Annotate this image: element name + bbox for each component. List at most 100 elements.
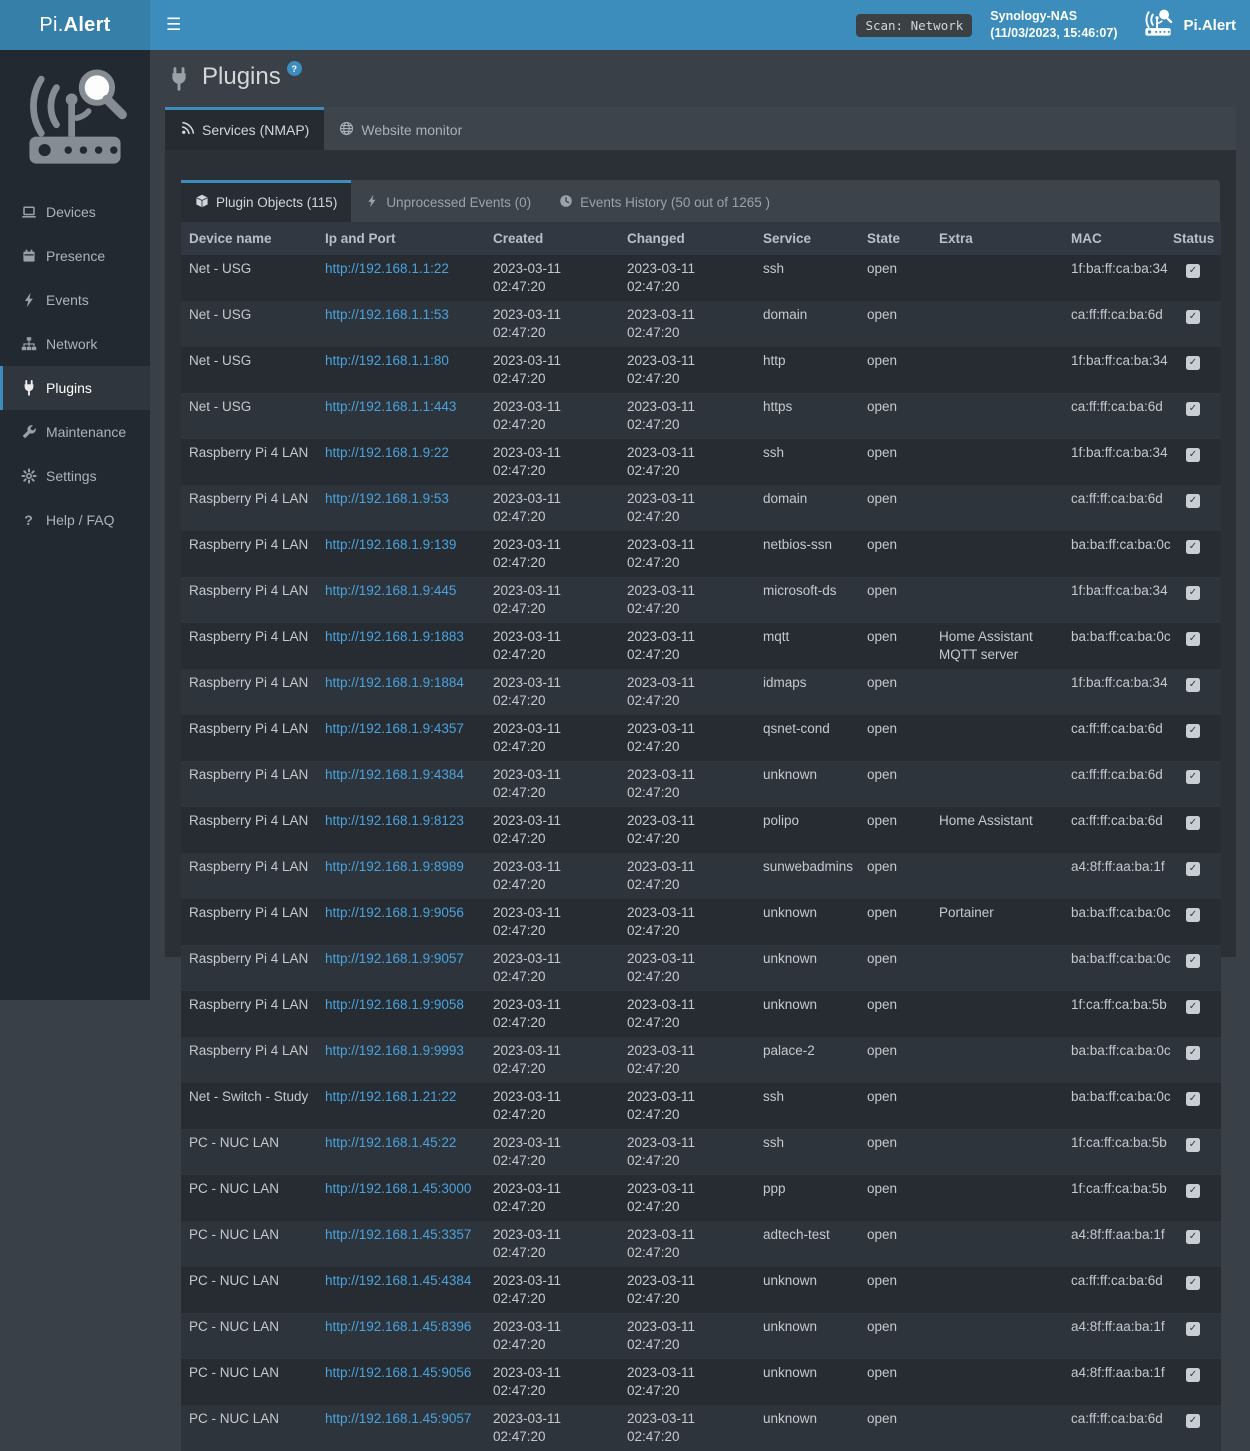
help-badge[interactable]: ? <box>287 61 302 76</box>
status-checkbox-checked-icon[interactable]: ✓ <box>1186 356 1200 370</box>
state-cell: open <box>859 761 931 807</box>
column-header-extra[interactable]: Extra <box>931 222 1063 255</box>
status-checkbox-checked-icon[interactable]: ✓ <box>1186 770 1200 784</box>
status-checkbox-checked-icon[interactable]: ✓ <box>1186 264 1200 278</box>
ip-port-link[interactable]: http://192.168.1.9:139 <box>325 537 456 552</box>
ip-port-link[interactable]: http://192.168.1.9:8123 <box>325 813 464 828</box>
status-checkbox-checked-icon[interactable]: ✓ <box>1186 632 1200 646</box>
status-checkbox-checked-icon[interactable]: ✓ <box>1186 586 1200 600</box>
status-checkbox-checked-icon[interactable]: ✓ <box>1186 402 1200 416</box>
column-header-mac[interactable]: MAC <box>1063 222 1165 255</box>
ip-port-link[interactable]: http://192.168.1.1:80 <box>325 353 449 368</box>
mac-cell: 1f:ca:ff:ca:ba:5b <box>1063 1175 1165 1221</box>
status-cell: ✓ <box>1165 623 1221 669</box>
column-header-device-name[interactable]: Device name <box>181 222 317 255</box>
status-cell: ✓ <box>1165 1037 1221 1083</box>
sidebar-menu: DevicesPresenceEventsNetworkPluginsMaint… <box>0 190 150 542</box>
sidebar-item-presence[interactable]: Presence <box>0 234 150 278</box>
status-checkbox-checked-icon[interactable]: ✓ <box>1186 816 1200 830</box>
status-checkbox-checked-icon[interactable]: ✓ <box>1186 1368 1200 1382</box>
table-row: Raspberry Pi 4 LANhttp://192.168.1.9:905… <box>181 899 1221 945</box>
status-checkbox-checked-icon[interactable]: ✓ <box>1186 1046 1200 1060</box>
state-cell: open <box>859 669 931 715</box>
ip-port-link[interactable]: http://192.168.1.9:1883 <box>325 629 464 644</box>
column-header-service[interactable]: Service <box>755 222 859 255</box>
ip-port-link[interactable]: http://192.168.1.9:9058 <box>325 997 464 1012</box>
service-cell: polipo <box>755 807 859 853</box>
sidebar-toggle-icon[interactable]: ☰ <box>150 0 197 50</box>
column-header-ip-and-port[interactable]: Ip and Port <box>317 222 485 255</box>
ip-port-cell: http://192.168.1.45:3357 <box>317 1221 485 1267</box>
sidebar-item-network[interactable]: Network <box>0 322 150 366</box>
sidebar-item-settings[interactable]: Settings <box>0 454 150 498</box>
column-header-state[interactable]: State <box>859 222 931 255</box>
status-checkbox-checked-icon[interactable]: ✓ <box>1186 1138 1200 1152</box>
status-checkbox-checked-icon[interactable]: ✓ <box>1186 448 1200 462</box>
ip-port-link[interactable]: http://192.168.1.45:8396 <box>325 1319 471 1334</box>
ip-port-link[interactable]: http://192.168.1.45:3000 <box>325 1181 471 1196</box>
table-row: PC - NUC LANhttp://192.168.1.45:83962023… <box>181 1313 1221 1359</box>
ip-port-link[interactable]: http://192.168.1.1:53 <box>325 307 449 322</box>
ip-port-link[interactable]: http://192.168.1.9:4384 <box>325 767 464 782</box>
status-checkbox-checked-icon[interactable]: ✓ <box>1186 1092 1200 1106</box>
table-row: PC - NUC LANhttp://192.168.1.45:222023-0… <box>181 1129 1221 1175</box>
ip-port-link[interactable]: http://192.168.1.45:3357 <box>325 1227 471 1242</box>
tab-events-history-50-out-of-1265[interactable]: Events History (50 out of 1265 ) <box>545 180 784 222</box>
plug-icon <box>20 380 37 397</box>
ip-port-link[interactable]: http://192.168.1.9:22 <box>325 445 449 460</box>
tab-plugin-objects-115[interactable]: Plugin Objects (115) <box>181 180 351 222</box>
ip-port-link[interactable]: http://192.168.1.45:4384 <box>325 1273 471 1288</box>
created-cell: 2023-03-11 02:47:20 <box>485 1313 619 1359</box>
ip-port-link[interactable]: http://192.168.1.9:53 <box>325 491 449 506</box>
status-checkbox-checked-icon[interactable]: ✓ <box>1186 1000 1200 1014</box>
column-header-changed[interactable]: Changed <box>619 222 755 255</box>
sidebar-item-maintenance[interactable]: Maintenance <box>0 410 150 454</box>
app-logo[interactable]: Pi.Alert <box>0 0 150 50</box>
ip-port-link[interactable]: http://192.168.1.9:445 <box>325 583 456 598</box>
status-checkbox-checked-icon[interactable]: ✓ <box>1186 678 1200 692</box>
status-cell: ✓ <box>1165 255 1221 301</box>
extra-cell <box>931 577 1063 623</box>
tab-website-monitor[interactable]: Website monitor <box>324 107 477 150</box>
sidebar-item-devices[interactable]: Devices <box>0 190 150 234</box>
column-header-status[interactable]: Status <box>1165 222 1221 255</box>
status-checkbox-checked-icon[interactable]: ✓ <box>1186 1184 1200 1198</box>
status-checkbox-checked-icon[interactable]: ✓ <box>1186 310 1200 324</box>
device-name-cell: PC - NUC LAN <box>181 1267 317 1313</box>
status-checkbox-checked-icon[interactable]: ✓ <box>1186 1322 1200 1336</box>
ip-port-link[interactable]: http://192.168.1.45:22 <box>325 1135 456 1150</box>
ip-port-link[interactable]: http://192.168.1.1:22 <box>325 261 449 276</box>
status-checkbox-checked-icon[interactable]: ✓ <box>1186 1414 1200 1428</box>
status-checkbox-checked-icon[interactable]: ✓ <box>1186 954 1200 968</box>
sidebar-item-help-faq[interactable]: ?Help / FAQ <box>0 498 150 542</box>
sidebar-item-events[interactable]: Events <box>0 278 150 322</box>
ip-port-link[interactable]: http://192.168.1.9:9056 <box>325 905 464 920</box>
extra-cell <box>931 301 1063 347</box>
ip-port-link[interactable]: http://192.168.1.45:9056 <box>325 1365 471 1380</box>
tab-unprocessed-events-0[interactable]: Unprocessed Events (0) <box>351 180 545 222</box>
tab-services-nmap[interactable]: Services (NMAP) <box>165 107 324 150</box>
ip-port-link[interactable]: http://192.168.1.9:4357 <box>325 721 464 736</box>
ip-port-link[interactable]: http://192.168.1.9:9993 <box>325 1043 464 1058</box>
created-cell: 2023-03-11 02:47:20 <box>485 439 619 485</box>
state-cell: open <box>859 1129 931 1175</box>
sidebar-item-plugins[interactable]: Plugins <box>0 366 150 410</box>
status-checkbox-checked-icon[interactable]: ✓ <box>1186 494 1200 508</box>
changed-cell: 2023-03-11 02:47:20 <box>619 807 755 853</box>
status-checkbox-checked-icon[interactable]: ✓ <box>1186 1276 1200 1290</box>
ip-port-link[interactable]: http://192.168.1.9:8989 <box>325 859 464 874</box>
ip-port-link[interactable]: http://192.168.1.1:443 <box>325 399 456 414</box>
created-cell: 2023-03-11 02:47:20 <box>485 1037 619 1083</box>
ip-port-link[interactable]: http://192.168.1.9:1884 <box>325 675 464 690</box>
device-name-cell: Raspberry Pi 4 LAN <box>181 991 317 1037</box>
ip-port-link[interactable]: http://192.168.1.45:9057 <box>325 1411 471 1426</box>
status-checkbox-checked-icon[interactable]: ✓ <box>1186 540 1200 554</box>
column-header-created[interactable]: Created <box>485 222 619 255</box>
status-checkbox-checked-icon[interactable]: ✓ <box>1186 908 1200 922</box>
ip-port-link[interactable]: http://192.168.1.21:22 <box>325 1089 456 1104</box>
status-checkbox-checked-icon[interactable]: ✓ <box>1186 724 1200 738</box>
status-checkbox-checked-icon[interactable]: ✓ <box>1186 1230 1200 1244</box>
ip-port-link[interactable]: http://192.168.1.9:9057 <box>325 951 464 966</box>
table-row: Raspberry Pi 4 LANhttp://192.168.1.9:532… <box>181 485 1221 531</box>
status-checkbox-checked-icon[interactable]: ✓ <box>1186 862 1200 876</box>
